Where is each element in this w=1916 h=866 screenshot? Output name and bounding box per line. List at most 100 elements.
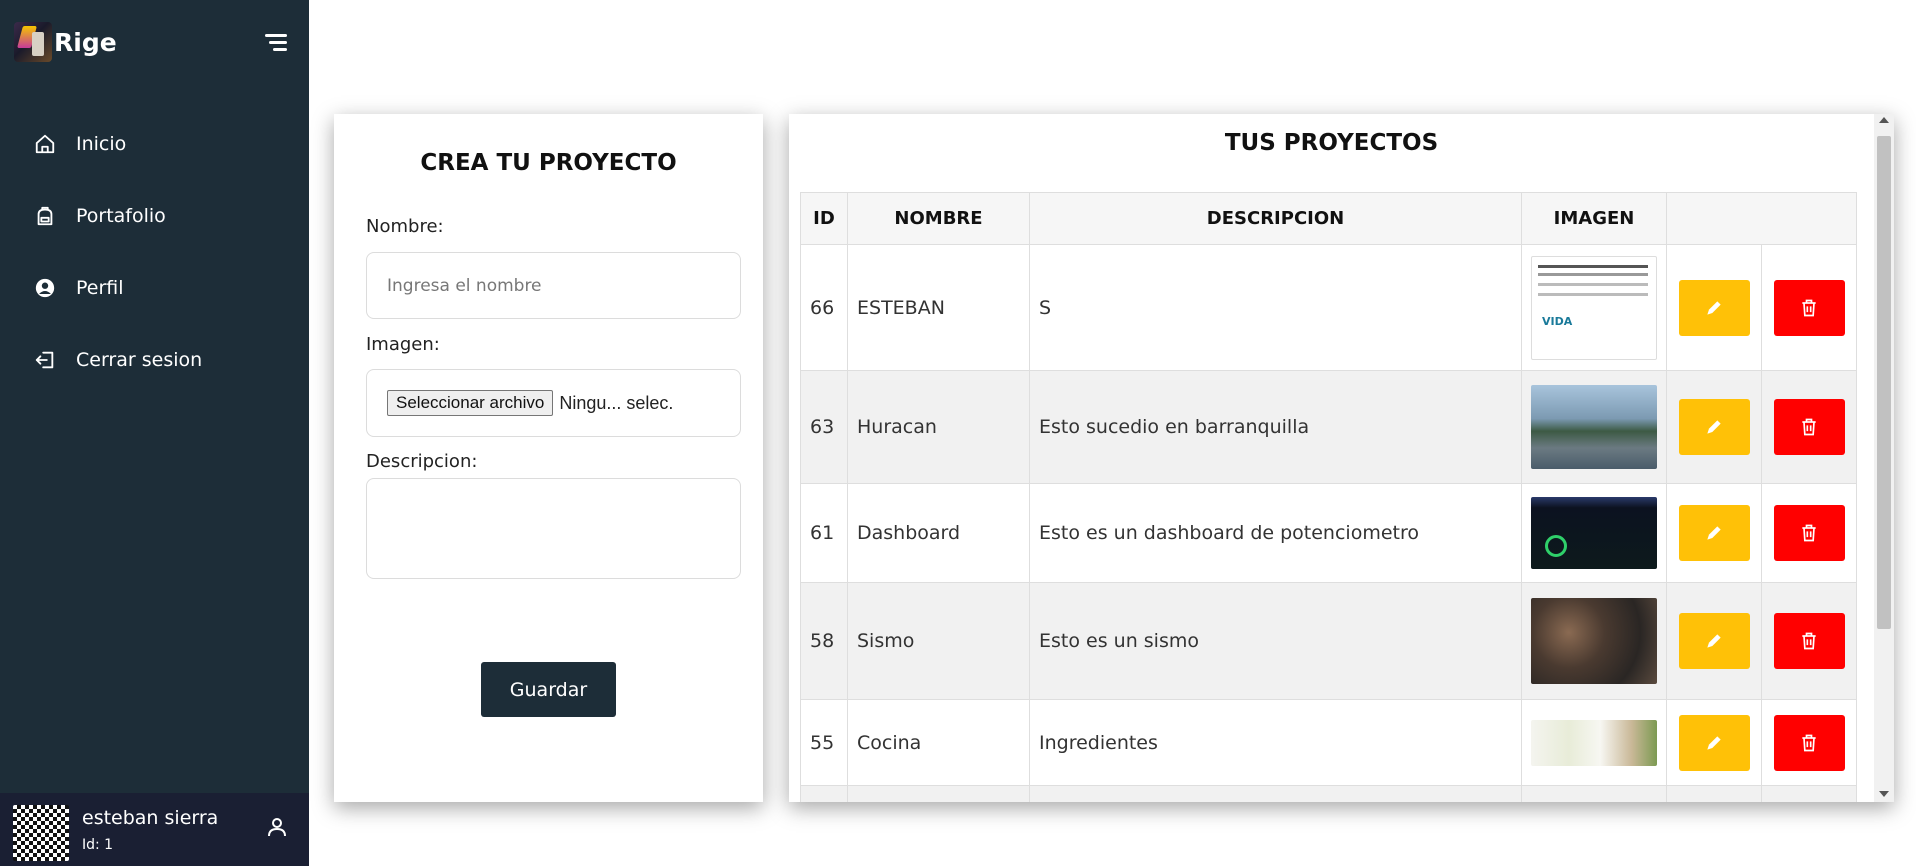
home-icon (35, 134, 55, 154)
create-project-card: CREA TU PROYECTO Nombre: Imagen: Selecci… (334, 114, 763, 802)
sidebar-item-label: Perfil (76, 277, 124, 299)
delete-button[interactable] (1773, 714, 1845, 771)
delete-button[interactable] (1773, 505, 1845, 561)
column-header-imagen: IMAGEN (1521, 192, 1667, 245)
trash-icon (1802, 418, 1816, 436)
project-thumbnail (1531, 497, 1657, 569)
cell-id: 58 (800, 582, 848, 700)
column-header-descripcion: DESCRIPCION (1029, 192, 1522, 245)
project-thumbnail (1531, 719, 1657, 766)
edit-button[interactable] (1678, 505, 1750, 561)
table-row: 55 Cocina Ingredientes (800, 699, 1857, 786)
sidebar-item-label: Portafolio (76, 205, 166, 227)
cell-name (847, 785, 1030, 802)
cell-id: 66 (800, 244, 848, 371)
table-scrollbar[interactable] (1874, 114, 1894, 802)
project-thumbnail (1531, 385, 1657, 469)
cell-name: Huracan (847, 370, 1030, 484)
delete-button[interactable] (1773, 279, 1845, 336)
description-label: Descripcion: (366, 451, 478, 472)
save-button[interactable]: Guardar (481, 662, 616, 717)
table-row: 61 Dashboard Esto es un dashboard de pot… (800, 483, 1857, 583)
scroll-thumb[interactable] (1877, 136, 1891, 629)
cell-description: Esto sucedio en barranquilla (1029, 370, 1522, 484)
cell-id: 55 (800, 699, 848, 786)
brand-logo (14, 22, 52, 62)
table-row: 58 Sismo Esto es un sismo (800, 582, 1857, 700)
file-status: Ningu... selec. (559, 392, 674, 413)
name-label: Nombre: (366, 216, 444, 237)
cell-image (1521, 785, 1667, 802)
trash-icon (1802, 524, 1816, 542)
column-header-nombre: NOMBRE (847, 192, 1030, 245)
column-header-id: ID (800, 192, 848, 245)
sidebar: Rige Inicio Portafolio Perfil Cerrar ses… (0, 0, 309, 866)
pencil-icon (1707, 300, 1721, 315)
cell-image (1521, 582, 1667, 700)
cell-name: Sismo (847, 582, 1030, 700)
cell-description: Ingredientes (1029, 699, 1522, 786)
sidebar-item-inicio[interactable]: Inicio (0, 108, 309, 180)
description-textarea[interactable] (367, 479, 740, 578)
edit-button[interactable] (1678, 279, 1750, 336)
sidebar-item-label: Cerrar sesion (76, 349, 203, 371)
cell-image (1521, 699, 1667, 786)
pencil-icon (1707, 634, 1721, 648)
logout-icon (35, 351, 54, 369)
table-row (800, 785, 1857, 802)
user-icon[interactable] (265, 815, 289, 839)
cell-id: 61 (800, 483, 848, 583)
edit-button[interactable] (1678, 613, 1750, 669)
projects-table: ID NOMBRE DESCRIPCION IMAGEN 66 ESTEBAN … (800, 192, 1857, 802)
sidebar-item-cerrar-sesion[interactable]: Cerrar sesion (0, 324, 309, 396)
cell-image (1521, 370, 1667, 484)
project-thumbnail (1531, 255, 1657, 360)
user-id: Id: 1 (82, 837, 114, 853)
file-select-button[interactable]: Seleccionar archivo (387, 390, 554, 416)
brand-name: Rige (54, 27, 117, 57)
scroll-down-arrow-icon[interactable] (1879, 791, 1889, 797)
sidebar-item-label: Inicio (76, 133, 127, 155)
cell-id (800, 785, 848, 802)
avatar (13, 805, 69, 861)
trash-icon (1802, 734, 1816, 751)
cell-description: S (1029, 244, 1522, 371)
cell-description (1029, 785, 1522, 802)
cell-description: Esto es un sismo (1029, 582, 1522, 700)
trash-icon (1802, 299, 1816, 316)
trash-icon (1802, 632, 1816, 650)
image-file-field: Seleccionar archivo Ningu... selec. (366, 369, 741, 437)
cell-image (1521, 483, 1667, 583)
delete-button[interactable] (1773, 613, 1845, 669)
image-label: Imagen: (366, 334, 440, 355)
table-header-row: ID NOMBRE DESCRIPCION IMAGEN (800, 192, 1857, 245)
project-thumbnail (1531, 598, 1657, 684)
pencil-icon (1707, 735, 1721, 750)
table-row: 63 Huracan Esto sucedio en barranquilla (800, 370, 1857, 484)
cell-description: Esto es un dashboard de potenciometro (1029, 483, 1522, 583)
column-header-actions (1666, 192, 1857, 245)
brand[interactable]: Rige (14, 18, 117, 66)
edit-button[interactable] (1678, 399, 1750, 455)
sidebar-item-perfil[interactable]: Perfil (0, 252, 309, 324)
user-bar: esteban sierra Id: 1 (0, 793, 309, 866)
table-row: 66 ESTEBAN S (800, 244, 1857, 371)
form-title: CREA TU PROYECTO (420, 150, 677, 176)
backpack-icon (37, 206, 53, 226)
edit-button[interactable] (1678, 714, 1750, 771)
menu-toggle-icon[interactable] (265, 34, 287, 52)
scroll-up-arrow-icon[interactable] (1879, 117, 1889, 123)
delete-button[interactable] (1773, 399, 1845, 455)
cell-name: Cocina (847, 699, 1030, 786)
user-circle-icon (35, 278, 55, 298)
sidebar-nav: Inicio Portafolio Perfil Cerrar sesion (0, 108, 309, 396)
name-field-wrapper (366, 252, 741, 319)
sidebar-item-portafolio[interactable]: Portafolio (0, 180, 309, 252)
cell-name: ESTEBAN (847, 244, 1030, 371)
name-input[interactable] (367, 253, 740, 318)
description-field-wrapper (366, 478, 741, 579)
pencil-icon (1707, 526, 1721, 540)
cell-image (1521, 244, 1667, 371)
projects-card: TUS PROYECTOS ID NOMBRE DESCRIPCION IMAG… (789, 114, 1894, 802)
cell-id: 63 (800, 370, 848, 484)
